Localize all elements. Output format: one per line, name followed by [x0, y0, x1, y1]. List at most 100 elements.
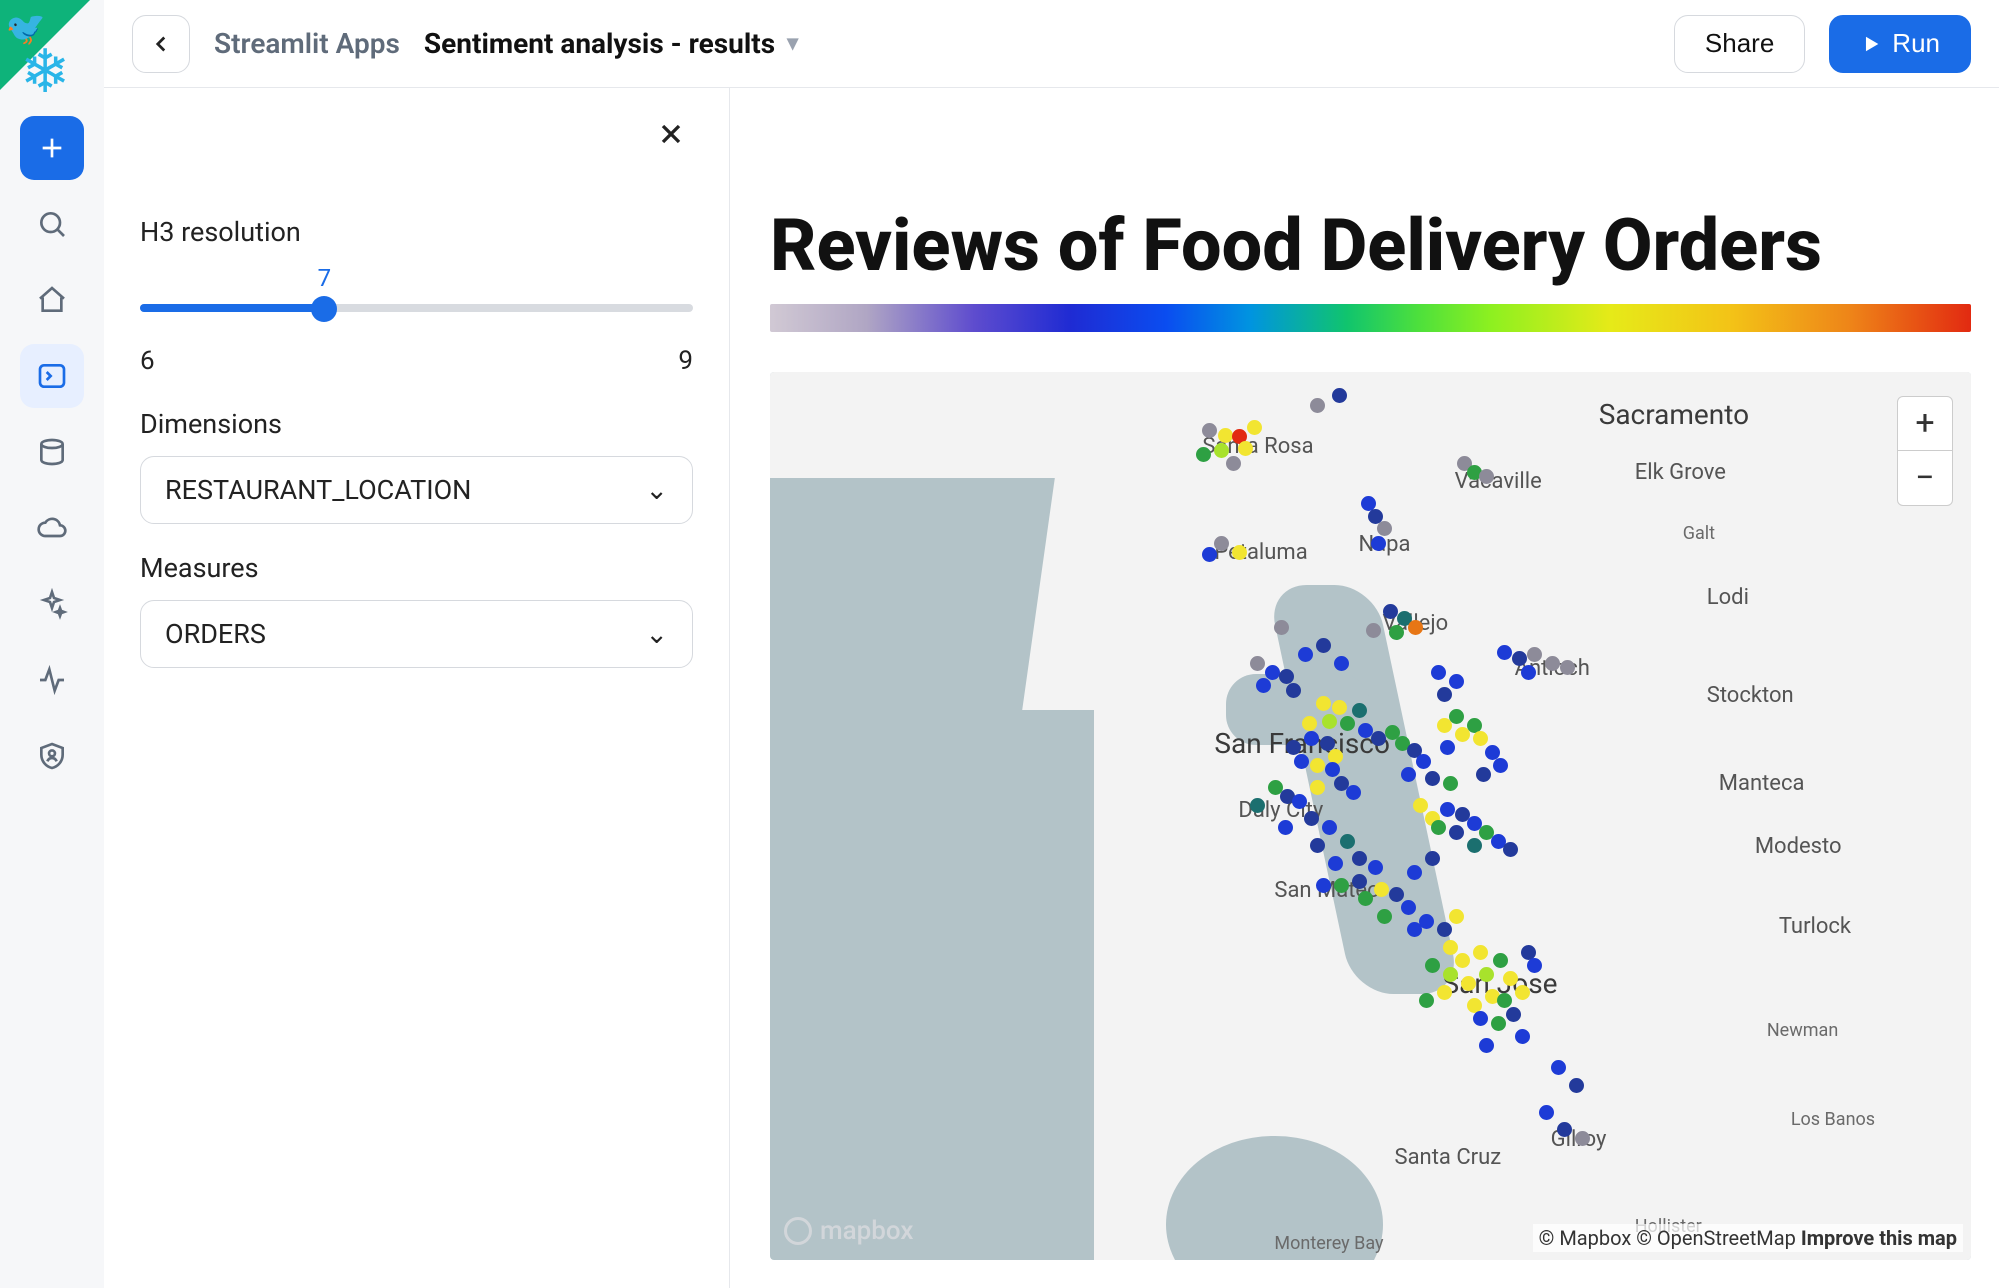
nav-ai[interactable] — [20, 572, 84, 636]
map-data-point — [1479, 469, 1494, 484]
run-button[interactable]: Run — [1829, 15, 1971, 73]
map-city-label: Manteca — [1719, 771, 1805, 796]
dimensions-label: Dimensions — [140, 408, 693, 440]
map-data-point — [1497, 645, 1512, 660]
page-title: Reviews of Food Delivery Orders — [770, 208, 1971, 284]
map-data-point — [1377, 909, 1392, 924]
map-data-point — [1479, 1038, 1494, 1053]
share-button[interactable]: Share — [1674, 15, 1805, 73]
map-data-point — [1527, 647, 1542, 662]
map-data-point — [1575, 1131, 1590, 1146]
map-data-point — [1332, 388, 1347, 403]
map-data-point — [1371, 536, 1386, 551]
app-title: Sentiment analysis - results — [424, 27, 775, 60]
map-data-point — [1527, 958, 1542, 973]
map-data-point — [1515, 985, 1530, 1000]
play-icon — [1860, 33, 1882, 55]
brand-logo: 🐦 ❄ — [0, 0, 104, 104]
map-data-point — [1218, 428, 1233, 443]
slider-max: 9 — [678, 346, 693, 376]
map-data-point — [1292, 794, 1307, 809]
nav-streamlit[interactable] — [20, 344, 84, 408]
mapbox-ring-icon — [784, 1217, 812, 1245]
map-data-point — [1416, 754, 1431, 769]
nav-cloud[interactable] — [20, 496, 84, 560]
map-data-point — [1449, 709, 1464, 724]
map-data-point — [1366, 623, 1381, 638]
map-city-label: Turlock — [1779, 914, 1851, 939]
map-data-point — [1425, 958, 1440, 973]
map-data-point — [1389, 625, 1404, 640]
map-data-point — [1473, 945, 1488, 960]
h3-resolution-label: H3 resolution — [140, 216, 693, 248]
h3-resolution-slider[interactable]: 7 — [140, 264, 693, 334]
map-data-point — [1389, 887, 1404, 902]
map-data-point — [1413, 798, 1428, 813]
main-content: Reviews of Food Delivery Orders Sacramen… — [730, 88, 1999, 1288]
map-data-point — [1443, 776, 1458, 791]
activity-icon — [36, 664, 68, 696]
map-data-point — [1425, 771, 1440, 786]
map-data-point — [1479, 967, 1494, 982]
slider-current-value: 7 — [318, 264, 332, 292]
measures-value: ORDERS — [165, 618, 266, 650]
nav-data[interactable] — [20, 420, 84, 484]
map-data-point — [1437, 687, 1452, 702]
database-icon — [36, 436, 68, 468]
map-city-label: Galt — [1683, 523, 1715, 544]
back-button[interactable] — [132, 15, 190, 73]
close-panel-button[interactable] — [649, 112, 693, 156]
dimensions-select[interactable]: RESTAURANT_LOCATION ⌄ — [140, 456, 693, 524]
map-data-point — [1493, 758, 1508, 773]
map-city-label: Lodi — [1707, 585, 1749, 610]
nav-search[interactable] — [20, 192, 84, 256]
map-data-point — [1407, 865, 1422, 880]
map-data-point — [1473, 731, 1488, 746]
home-icon — [36, 284, 68, 316]
zoom-out-button[interactable]: − — [1898, 451, 1952, 505]
map-data-point — [1371, 731, 1386, 746]
map-data-point — [1557, 1122, 1572, 1137]
map-city-label: Los Banos — [1791, 1109, 1875, 1130]
measures-select[interactable]: ORDERS ⌄ — [140, 600, 693, 668]
color-scale-legend — [770, 304, 1971, 332]
cloud-icon — [36, 512, 68, 544]
map-data-point — [1431, 665, 1446, 680]
app-title-dropdown[interactable]: Sentiment analysis - results ▾ — [424, 27, 798, 60]
map-data-point — [1449, 909, 1464, 924]
create-button[interactable] — [20, 116, 84, 180]
map-data-point — [1539, 1105, 1554, 1120]
map-data-point — [1383, 604, 1398, 619]
map-city-label: Santa Cruz — [1395, 1145, 1502, 1170]
sparkle-icon — [36, 588, 68, 620]
top-bar: Streamlit Apps Sentiment analysis - resu… — [104, 0, 1999, 88]
nav-activity[interactable] — [20, 648, 84, 712]
map-data-point — [1401, 767, 1416, 782]
map-attribution: © Mapbox © OpenStreetMap Improve this ma… — [1533, 1224, 1963, 1252]
map-data-point — [1551, 1060, 1566, 1075]
nav-admin[interactable] — [20, 724, 84, 788]
map-data-point — [1455, 953, 1470, 968]
chevron-down-icon: ⌄ — [645, 474, 668, 506]
chevron-down-icon: ⌄ — [645, 618, 668, 650]
map-data-point — [1491, 1016, 1506, 1031]
breadcrumb-root[interactable]: Streamlit Apps — [214, 27, 400, 60]
map-data-point — [1401, 900, 1416, 915]
map-data-point — [1377, 521, 1392, 536]
nav-home[interactable] — [20, 268, 84, 332]
map-data-point — [1214, 443, 1229, 458]
map-data-point — [1408, 620, 1423, 635]
plus-icon — [36, 132, 68, 164]
map-data-point — [1419, 993, 1434, 1008]
map-data-point — [1473, 1011, 1488, 1026]
map-data-point — [1515, 1029, 1530, 1044]
close-icon — [655, 118, 687, 150]
map-data-point — [1431, 820, 1446, 835]
zoom-in-button[interactable]: + — [1898, 397, 1952, 451]
map-data-point — [1506, 1007, 1521, 1022]
map-data-point — [1569, 1078, 1584, 1093]
dimensions-value: RESTAURANT_LOCATION — [165, 474, 471, 506]
map[interactable]: SacramentoElk GroveSanta RosaVacavilleGa… — [770, 372, 1971, 1260]
map-zoom-control: + − — [1897, 396, 1953, 506]
slider-min: 6 — [140, 346, 155, 376]
